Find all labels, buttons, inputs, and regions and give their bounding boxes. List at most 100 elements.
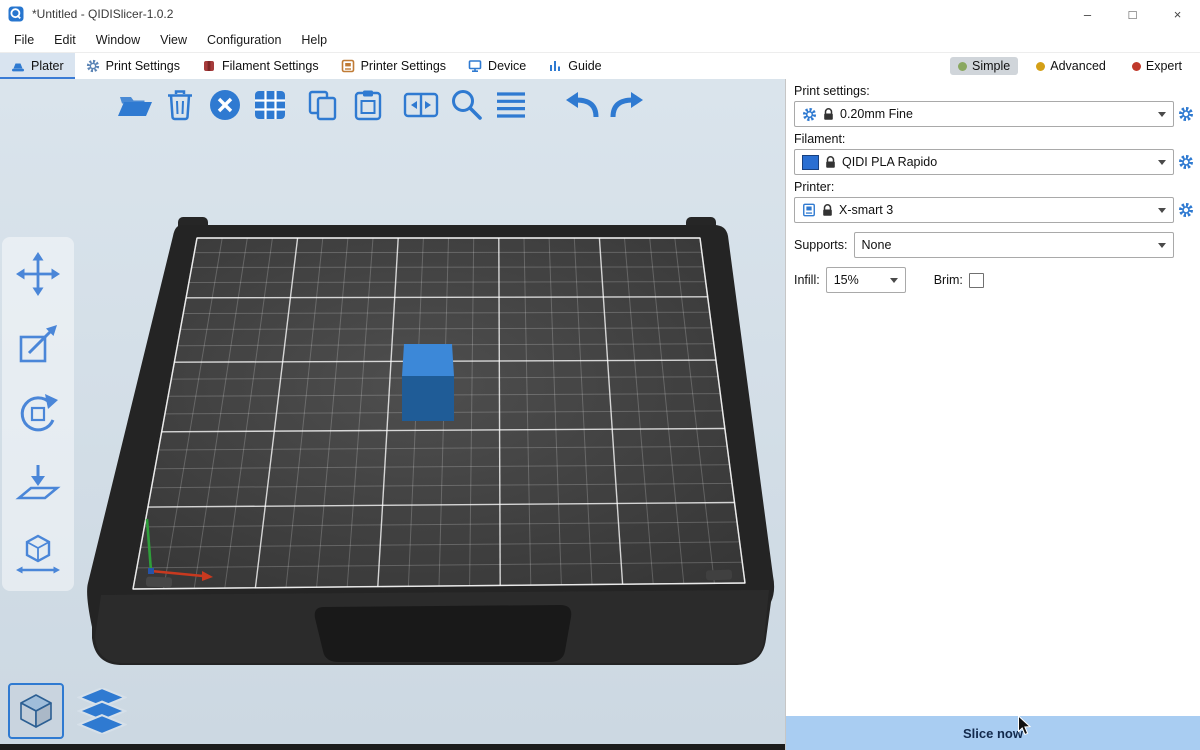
place-on-face-icon [15,461,61,507]
delete-all-button[interactable] [202,83,247,127]
delete-button[interactable] [157,83,202,127]
measure-icon [15,531,61,577]
lock-icon [823,108,834,121]
supports-label: Supports: [794,238,848,252]
printer-label: Printer: [794,180,1192,194]
scale-button[interactable] [12,319,64,369]
gear-icon [802,107,817,122]
search-button[interactable] [443,83,488,127]
lock-icon [825,156,836,169]
delete-all-icon [207,87,243,123]
filament-color-swatch [802,155,819,170]
printer-icon [802,203,816,217]
minimize-button[interactable]: – [1065,0,1110,28]
title-bar: *Untitled - QIDISlicer-1.0.2 – □ × [0,0,1200,28]
menu-configuration[interactable]: Configuration [197,33,291,47]
print-settings-gear-button[interactable] [1174,102,1198,126]
mode-simple[interactable]: Simple [950,57,1018,75]
copy-icon [307,89,339,121]
open-icon [116,89,154,121]
move-icon [15,251,61,297]
plater-icon [11,59,25,73]
gear-icon [86,59,100,73]
redo-icon [608,89,646,121]
3d-view-button[interactable] [8,683,64,739]
undo-icon [563,89,601,121]
rotate-icon [15,391,61,437]
lock-icon [822,204,833,217]
tab-plater[interactable]: Plater [0,53,75,79]
settings-sidebar: Print settings: 0.20mm Fine Filament: [785,79,1200,750]
mode-expert[interactable]: Expert [1124,57,1190,75]
print-settings-label: Print settings: [794,84,1192,98]
supports-combo[interactable]: None [854,232,1174,258]
arrange-icon [253,89,287,121]
filament-label: Filament: [794,132,1192,146]
menu-help[interactable]: Help [291,33,337,47]
layers-icon [494,90,528,120]
infill-combo[interactable]: 15% [826,267,906,293]
mode-selector: Simple Advanced Expert [950,53,1200,79]
printer-icon [341,59,355,73]
move-button[interactable] [12,249,64,299]
bottom-bar [0,744,785,750]
copy-button[interactable] [300,83,345,127]
chevron-down-icon [1158,160,1166,165]
slice-now-button[interactable]: Slice now [786,716,1200,750]
window-title: *Untitled - QIDISlicer-1.0.2 [32,7,1065,21]
view-switcher [8,683,130,739]
tab-printer-settings[interactable]: Printer Settings [330,53,457,79]
menu-view[interactable]: View [150,33,197,47]
tab-device[interactable]: Device [457,53,537,79]
menu-window[interactable]: Window [86,33,150,47]
manipulation-toolbar [2,237,74,591]
scale-icon [15,321,61,367]
printer-gear-button[interactable] [1174,198,1198,222]
split-button[interactable] [398,83,443,127]
print-settings-combo[interactable]: 0.20mm Fine [794,101,1174,127]
chevron-down-icon [1158,112,1166,117]
place-on-face-button[interactable] [12,459,64,509]
paste-icon [353,89,383,121]
mode-advanced[interactable]: Advanced [1028,57,1114,75]
device-icon [468,59,482,73]
rotate-button[interactable] [12,389,64,439]
maximize-button[interactable]: □ [1110,0,1155,28]
search-icon [449,88,483,122]
filament-gear-button[interactable] [1174,150,1198,174]
tab-bar: Plater Print Settings Filament Settings … [0,52,1200,80]
gear-icon [1178,106,1194,122]
layers-view-button[interactable] [74,683,130,739]
gear-icon [1178,202,1194,218]
arrange-button[interactable] [247,83,292,127]
viewport-toolbar [112,83,649,127]
printer-combo[interactable]: X-smart 3 [794,197,1174,223]
split-icon [403,89,439,121]
open-button[interactable] [112,83,157,127]
measure-button[interactable] [12,529,64,579]
paste-button[interactable] [345,83,390,127]
undo-button[interactable] [559,83,604,127]
layers-button[interactable] [488,83,533,127]
brim-checkbox[interactable] [969,273,984,288]
3d-view-cube-icon [16,691,56,731]
menu-file[interactable]: File [4,33,44,47]
redo-button[interactable] [604,83,649,127]
menu-bar: File Edit Window View Configuration Help [0,28,1200,52]
model-cube[interactable] [402,344,454,421]
delete-icon [165,89,195,121]
close-button[interactable]: × [1155,0,1200,28]
filament-combo[interactable]: QIDI PLA Rapido [794,149,1174,175]
expert-dot-icon [1132,62,1141,71]
filament-icon [202,59,216,73]
gear-icon [1178,154,1194,170]
layers-view-icon [77,688,127,734]
brim-label: Brim: [934,273,963,287]
3d-viewport-canvas[interactable] [0,79,785,750]
tab-print-settings[interactable]: Print Settings [75,53,191,79]
tab-guide[interactable]: Guide [537,53,612,79]
chevron-down-icon [890,278,898,283]
tab-filament-settings[interactable]: Filament Settings [191,53,330,79]
advanced-dot-icon [1036,62,1045,71]
menu-edit[interactable]: Edit [44,33,86,47]
